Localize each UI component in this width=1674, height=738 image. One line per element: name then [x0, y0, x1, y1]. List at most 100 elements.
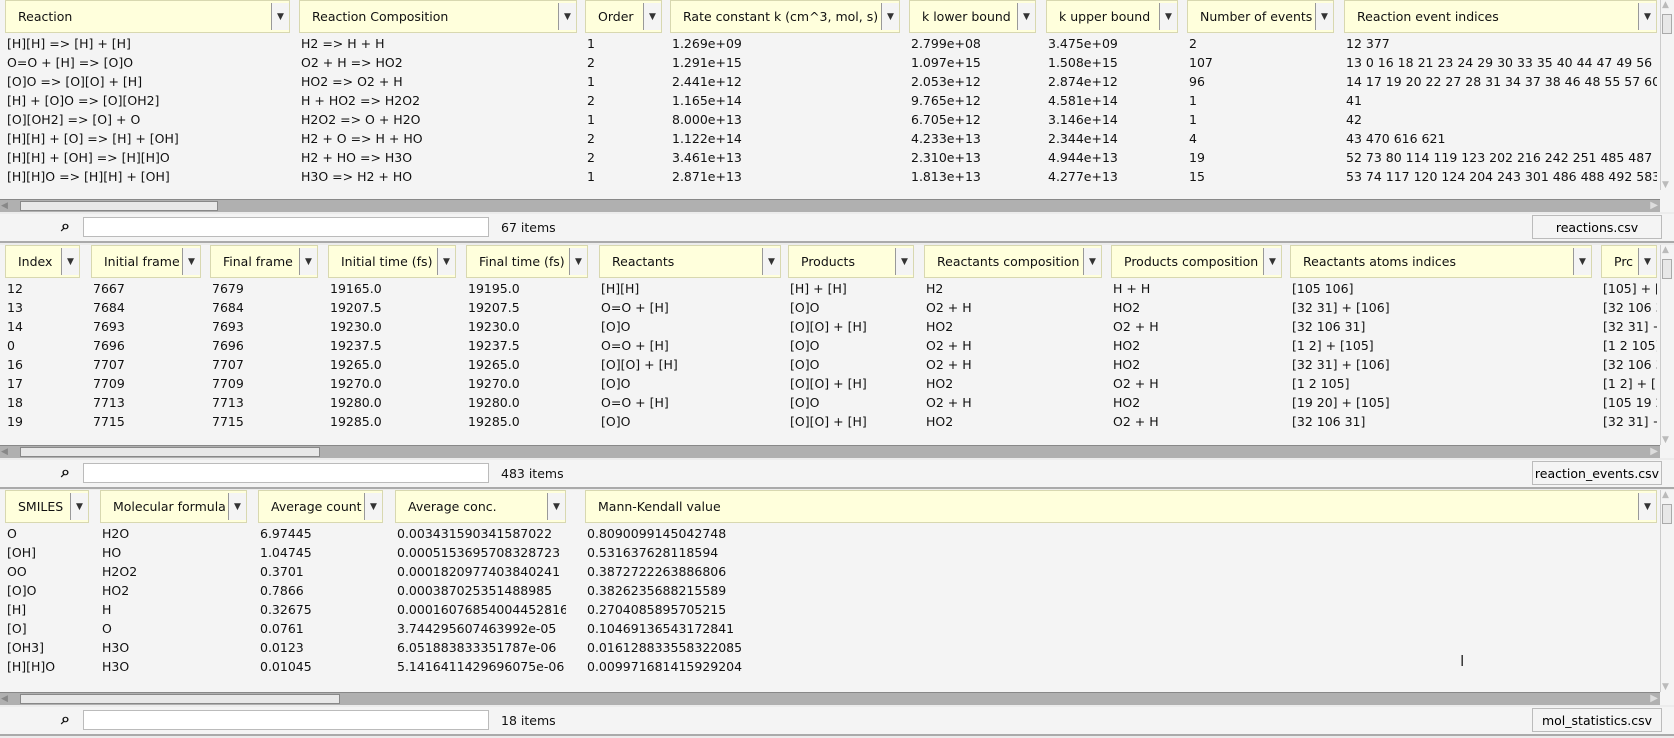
column-header[interactable]: Rate constant k (cm^3, mol, s) ▼ [670, 0, 900, 33]
chevron-down-icon[interactable]: ▼ [1017, 3, 1035, 30]
column-header[interactable]: Reaction event indices ▼ [1344, 0, 1657, 33]
export-csv-button[interactable]: reaction_events.csv [1532, 461, 1662, 485]
chevron-down-icon[interactable]: ▼ [1315, 3, 1333, 30]
table-row[interactable]: 12 7667 7679 19165.0 19195.0 [H][H] [H] + [H] H… [0, 280, 1660, 299]
column-header[interactable]: Initial frame ▼ [91, 245, 201, 278]
chevron-down-icon[interactable]: ▼ [271, 3, 289, 30]
scrollbar-thumb[interactable] [20, 201, 218, 211]
column-header[interactable]: k upper bound ▼ [1046, 0, 1178, 33]
scroll-left-icon[interactable]: ◀ [1, 694, 8, 704]
scroll-right-icon[interactable]: ▶ [1650, 693, 1658, 704]
scroll-down-icon[interactable]: ▼ [1662, 435, 1669, 445]
table-row[interactable]: 18 7713 7713 19280.0 19280.0 O=O + [H] [O]O O2 … [0, 394, 1660, 413]
column-header[interactable]: Average count ▼ [258, 490, 383, 523]
table-row[interactable]: 17 7709 7709 19270.0 19270.0 [O]O [O][O] + [H]… [0, 375, 1660, 394]
table-row[interactable]: [H][H]O => [H][H] + [OH] H3O => H2 + HO 1 2… [0, 168, 1660, 187]
chevron-down-icon[interactable]: ▼ [182, 248, 200, 275]
column-header[interactable]: Index ▼ [5, 245, 80, 278]
table-row[interactable]: [OH] HO 1.04745 0.0005153695708328723 0.5316… [0, 544, 1660, 563]
scrollbar-thumb[interactable] [20, 694, 340, 704]
table-row[interactable]: [H] H 0.32675 0.00016076854004452816 0.27040… [0, 601, 1660, 620]
chevron-down-icon[interactable]: ▼ [364, 493, 382, 520]
chevron-down-icon[interactable]: ▼ [1159, 3, 1177, 30]
table-row[interactable]: [O]O => [O][O] + [H] HO2 => O2 + H 1 2.441e… [0, 73, 1660, 92]
column-header[interactable]: Order ▼ [585, 0, 662, 33]
table-row[interactable]: [H][H] + [O] => [H] + [OH] H2 + O => H + … [0, 130, 1660, 149]
column-header[interactable]: Final time (fs) ▼ [466, 245, 588, 278]
horizontal-scrollbar[interactable]: ◀ ▶ [0, 692, 1660, 705]
table-row[interactable]: [H][H] => [H] + [H] H2 => H + H 1 1.269e+09… [0, 35, 1660, 54]
table-row[interactable]: [H][H]O H3O 0.01045 5.1416411429696075e-06 0… [0, 658, 1660, 677]
search-input[interactable] [83, 710, 489, 730]
horizontal-scrollbar[interactable]: ◀ ▶ [0, 199, 1660, 212]
table-row[interactable]: 16 7707 7707 19265.0 19265.0 [O][O] + [H] [O]O… [0, 356, 1660, 375]
column-header[interactable]: Products ▼ [788, 245, 914, 278]
chevron-down-icon[interactable]: ▼ [61, 248, 79, 275]
chevron-down-icon[interactable]: ▼ [881, 3, 899, 30]
chevron-down-icon[interactable]: ▼ [1573, 248, 1591, 275]
table-row[interactable]: [H] + [O]O => [O][OH2] H + HO2 => H2O2 2 1.… [0, 92, 1660, 111]
chevron-down-icon[interactable]: ▼ [643, 3, 661, 30]
column-header[interactable]: Initial time (fs) ▼ [328, 245, 456, 278]
column-header[interactable]: Reactants ▼ [599, 245, 781, 278]
scroll-down-icon[interactable]: ▼ [1662, 682, 1669, 692]
scroll-up-icon[interactable]: ▲ [1662, 490, 1669, 500]
table-row[interactable]: [O]O HO2 0.7866 0.000387025351488985 0.38262… [0, 582, 1660, 601]
search-input[interactable] [83, 463, 489, 483]
vertical-scrollbar[interactable]: ▲ ▼ [1660, 0, 1674, 190]
table-row[interactable]: O H2O 6.97445 0.003431590341587022 0.8090099… [0, 525, 1660, 544]
vertical-scrollbar[interactable]: ▲ ▼ [1660, 490, 1674, 692]
chevron-down-icon[interactable]: ▼ [547, 493, 565, 520]
scroll-up-icon[interactable]: ▲ [1662, 0, 1669, 10]
chevron-down-icon[interactable]: ▼ [437, 248, 455, 275]
table-row[interactable]: 14 7693 7693 19230.0 19230.0 [O]O [O][O] + [H]… [0, 318, 1660, 337]
column-header[interactable]: Number of events ▼ [1187, 0, 1334, 33]
chevron-down-icon[interactable]: ▼ [1263, 248, 1281, 275]
chevron-down-icon[interactable]: ▼ [558, 3, 576, 30]
column-header[interactable]: Reaction ▼ [5, 0, 290, 33]
table-row[interactable]: 13 7684 7684 19207.5 19207.5 O=O + [H] [O]O O2 … [0, 299, 1660, 318]
table-row[interactable]: O=O + [H] => [O]O O2 + H => HO2 2 1.291e+15… [0, 54, 1660, 73]
scrollbar-thumb[interactable] [1662, 259, 1672, 279]
scroll-right-icon[interactable]: ▶ [1650, 446, 1658, 457]
scroll-left-icon[interactable]: ◀ [1, 201, 8, 211]
vertical-scrollbar[interactable]: ▲ ▼ [1660, 245, 1674, 445]
chevron-down-icon[interactable]: ▼ [299, 248, 317, 275]
scroll-left-icon[interactable]: ◀ [1, 447, 8, 457]
column-header[interactable]: Reactants composition ▼ [924, 245, 1102, 278]
column-header[interactable]: Reaction Composition ▼ [299, 0, 577, 33]
export-csv-button[interactable]: mol_statistics.csv [1532, 708, 1662, 732]
table-row[interactable]: OO H2O2 0.3701 0.0001820977403840241 0.38727… [0, 563, 1660, 582]
table-row[interactable]: 0 7696 7696 19237.5 19237.5 O=O + [H] [O]O O2 +… [0, 337, 1660, 356]
chevron-down-icon[interactable]: ▼ [1638, 493, 1656, 520]
table-row[interactable]: [O][OH2] => [O] + O H2O2 => O + H2O 1 8.000… [0, 111, 1660, 130]
chevron-down-icon[interactable]: ▼ [762, 248, 780, 275]
scrollbar-thumb[interactable] [1662, 504, 1672, 524]
table-row[interactable]: 19 7715 7715 19285.0 19285.0 [O]O [O][O] + [H]… [0, 413, 1660, 432]
column-header[interactable]: k lower bound ▼ [909, 0, 1036, 33]
table-row[interactable]: [O] O 0.0761 3.744295607463992e-05 0.1046913… [0, 620, 1660, 639]
chevron-down-icon[interactable]: ▼ [228, 493, 246, 520]
column-header[interactable]: Average conc. ▼ [395, 490, 566, 523]
scroll-up-icon[interactable]: ▲ [1662, 245, 1669, 255]
column-header[interactable]: Reactants atoms indices ▼ [1290, 245, 1592, 278]
export-csv-button[interactable]: reactions.csv [1532, 215, 1662, 239]
table-row[interactable]: [OH3] H3O 0.0123 6.051883833351787e-06 0.016… [0, 639, 1660, 658]
column-header[interactable]: Products composition ▼ [1111, 245, 1282, 278]
scrollbar-thumb[interactable] [1662, 14, 1672, 34]
chevron-down-icon[interactable]: ▼ [70, 493, 88, 520]
column-header[interactable]: Mann-Kendall value ▼ [585, 490, 1657, 523]
column-header[interactable]: SMILES ▼ [5, 490, 89, 523]
column-header[interactable]: Prc ▼ [1601, 245, 1657, 278]
table-row[interactable]: [H][H] + [OH] => [H][H]O H2 + HO => H3O 2 3… [0, 149, 1660, 168]
scrollbar-thumb[interactable] [20, 447, 320, 457]
horizontal-scrollbar[interactable]: ◀ ▶ [0, 445, 1660, 458]
scroll-right-icon[interactable]: ▶ [1650, 200, 1658, 211]
column-header[interactable]: Molecular formula ▼ [100, 490, 247, 523]
chevron-down-icon[interactable]: ▼ [895, 248, 913, 275]
chevron-down-icon[interactable]: ▼ [1083, 248, 1101, 275]
search-input[interactable] [83, 217, 489, 237]
scroll-down-icon[interactable]: ▼ [1662, 180, 1669, 190]
chevron-down-icon[interactable]: ▼ [1638, 248, 1656, 275]
column-header[interactable]: Final frame ▼ [210, 245, 318, 278]
